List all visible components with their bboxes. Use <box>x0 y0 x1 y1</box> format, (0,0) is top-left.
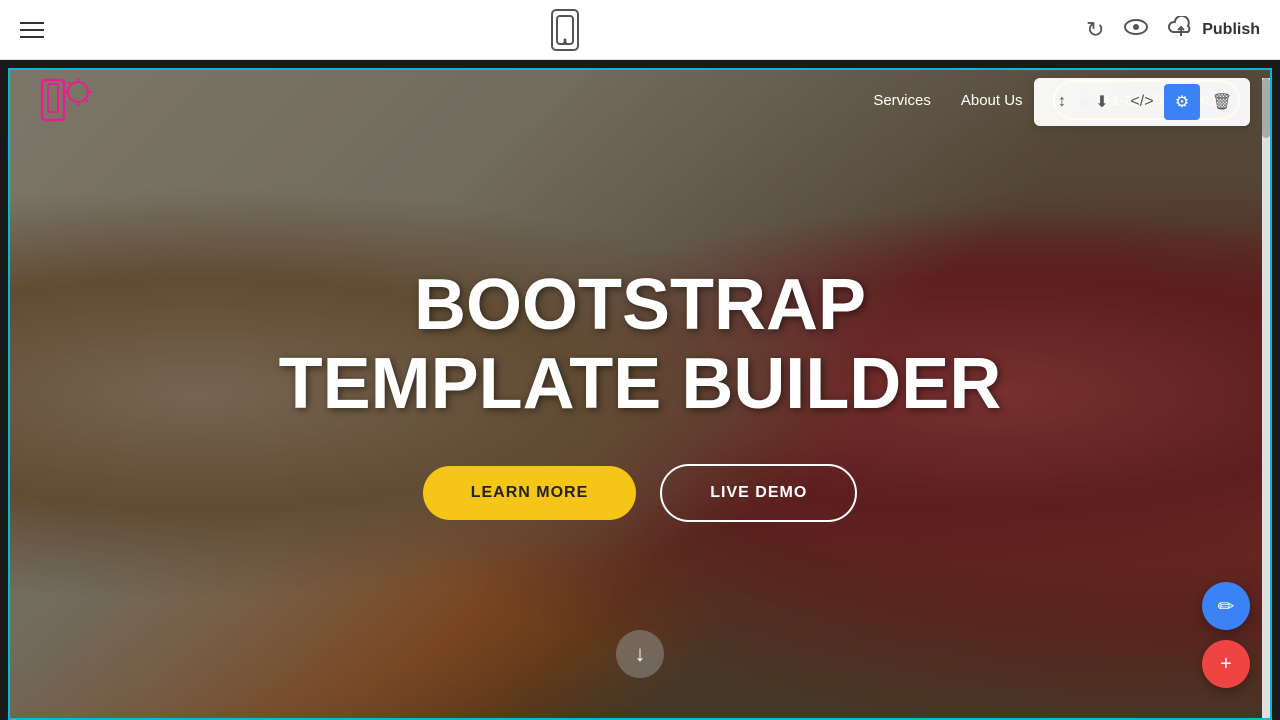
delete-section-button[interactable]: 🗑 <box>1204 84 1240 120</box>
cloud-upload-icon <box>1168 16 1194 43</box>
fab-container: ✏ + <box>1202 582 1250 688</box>
hero-title-line1: BOOTSTRAP <box>414 265 866 345</box>
toolbar-left <box>20 22 44 38</box>
edit-fab-button[interactable]: ✏ <box>1202 582 1250 630</box>
logo-icon <box>40 78 92 122</box>
publish-button[interactable]: Publish <box>1168 16 1260 43</box>
hero-section: Services About Us 📱 +1-234-567-8901 BOOT… <box>10 70 1270 718</box>
hero-title-line2: TEMPLATE BUILDER <box>279 344 1002 424</box>
plus-icon: + <box>1220 653 1232 676</box>
toolbar-right: ↺ Publish <box>1086 16 1260 43</box>
publish-label: Publish <box>1202 21 1260 39</box>
phone-icon <box>556 15 574 45</box>
settings-icon: ⚙ <box>1175 92 1189 112</box>
preview-button[interactable] <box>1124 18 1148 41</box>
delete-icon: 🗑 <box>1212 92 1232 112</box>
canvas-area: Services About Us 📱 +1-234-567-8901 BOOT… <box>0 60 1280 720</box>
hamburger-menu[interactable] <box>20 22 44 38</box>
scroll-down-button[interactable]: ↓ <box>616 630 664 678</box>
hero-buttons: LEARN MORE LIVE DEMO <box>423 464 858 522</box>
live-demo-button[interactable]: LIVE DEMO <box>660 464 857 522</box>
site-logo <box>40 78 92 122</box>
section-toolbar: ↕ ⬇ </> ⚙ 🗑 <box>1034 78 1250 126</box>
preview-frame: Services About Us 📱 +1-234-567-8901 BOOT… <box>8 68 1272 720</box>
code-section-button[interactable]: </> <box>1124 84 1160 120</box>
mobile-preview-toggle[interactable] <box>551 9 579 51</box>
add-section-fab-button[interactable]: + <box>1202 640 1250 688</box>
undo-button[interactable]: ↺ <box>1086 17 1104 43</box>
nav-services[interactable]: Services <box>873 92 931 109</box>
main-toolbar: ↺ Publish <box>0 0 1280 60</box>
code-icon: </> <box>1130 93 1153 111</box>
move-section-button[interactable]: ↕ <box>1044 84 1080 120</box>
eye-icon <box>1124 19 1148 35</box>
learn-more-button[interactable]: LEARN MORE <box>423 466 637 520</box>
cloud-icon <box>1168 16 1194 38</box>
settings-section-button[interactable]: ⚙ <box>1164 84 1200 120</box>
download-section-button[interactable]: ⬇ <box>1084 84 1120 120</box>
move-icon: ↕ <box>1058 93 1066 111</box>
nav-about[interactable]: About Us <box>961 92 1023 109</box>
scrollbar-track <box>1262 78 1270 718</box>
pencil-icon: ✏ <box>1218 594 1235 619</box>
toolbar-center <box>551 9 579 51</box>
scroll-down-arrow-icon: ↓ <box>635 643 646 665</box>
hero-content: BOOTSTRAP TEMPLATE BUILDER LEARN MORE LI… <box>279 266 1002 522</box>
hero-title: BOOTSTRAP TEMPLATE BUILDER <box>279 266 1002 424</box>
download-icon: ⬇ <box>1095 92 1108 112</box>
